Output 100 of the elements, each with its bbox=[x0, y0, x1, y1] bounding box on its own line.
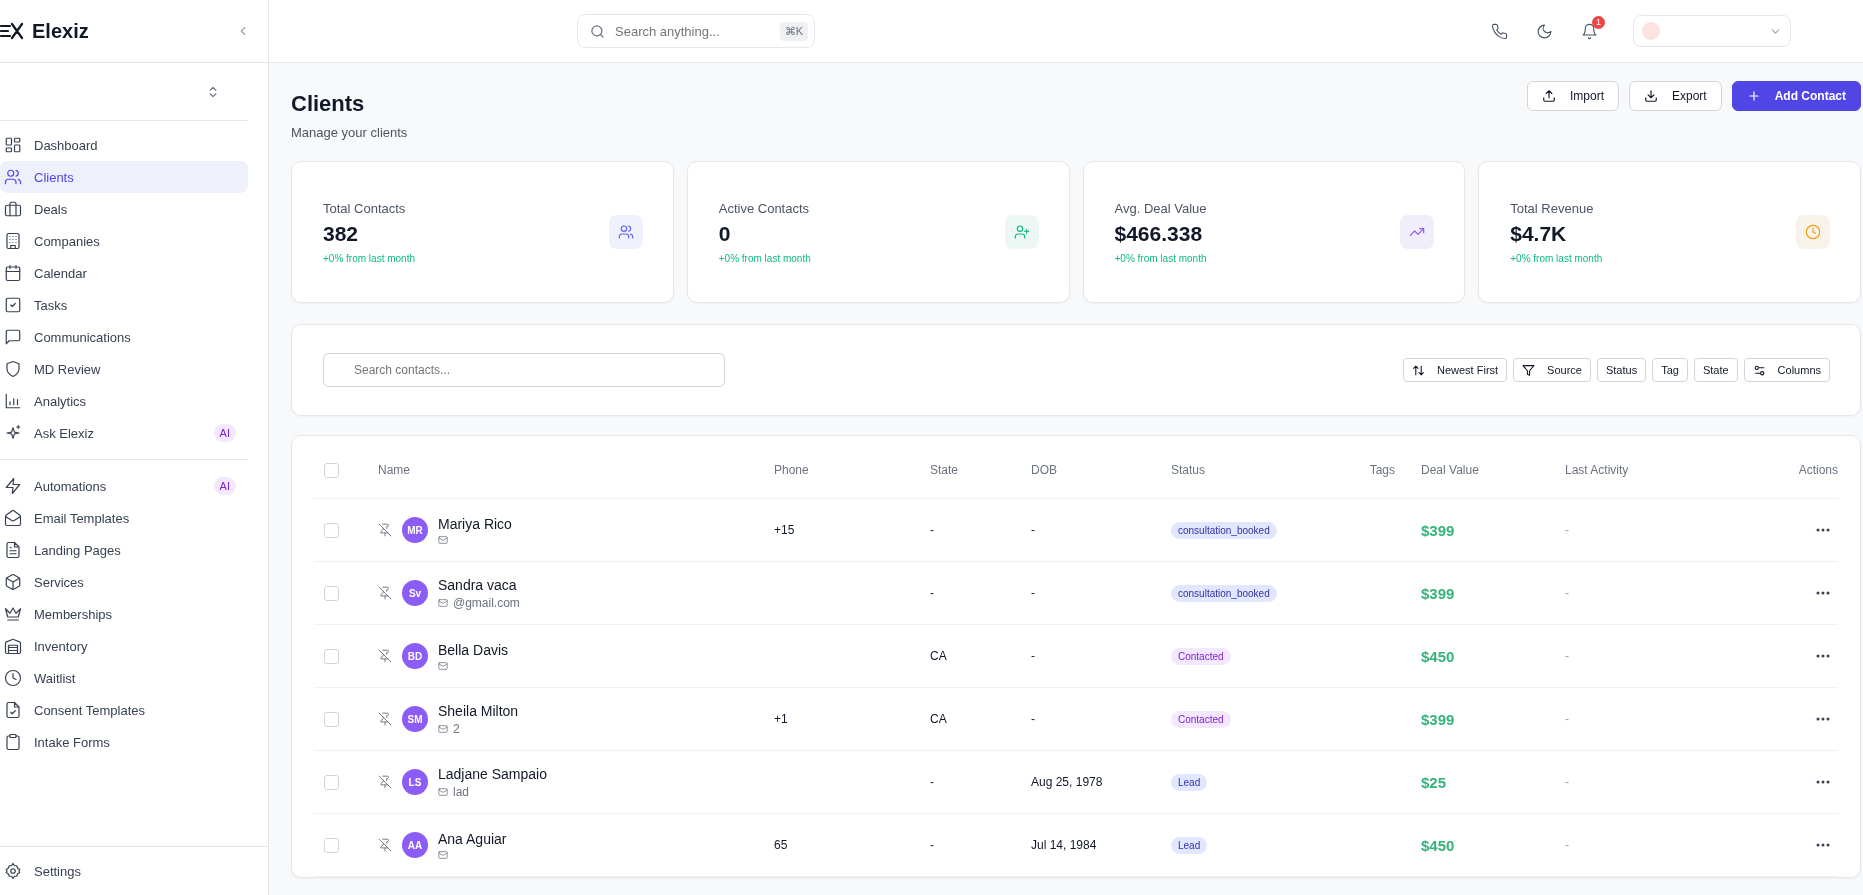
phone-button[interactable] bbox=[1491, 22, 1508, 40]
action-button[interactable]: Import bbox=[1526, 81, 1619, 111]
contact-email: @gmail.com bbox=[453, 595, 520, 610]
dashboard-grid-icon bbox=[4, 136, 22, 154]
bell-icon bbox=[1581, 22, 1598, 40]
nav-item[interactable]: Landing Pages bbox=[0, 534, 248, 566]
nav-item[interactable]: Communications bbox=[0, 321, 248, 353]
row-checkbox[interactable] bbox=[324, 648, 339, 664]
user-plus-icon bbox=[1013, 224, 1030, 240]
ai-badge: AI bbox=[213, 424, 236, 442]
nav-item[interactable]: Waitlist bbox=[0, 662, 248, 694]
nav-item[interactable]: Clients bbox=[0, 161, 248, 193]
plus-icon bbox=[1746, 89, 1761, 103]
notifications-button[interactable]: 1 bbox=[1581, 15, 1605, 40]
select-all-checkbox[interactable] bbox=[324, 462, 339, 478]
nav-item[interactable]: Memberships bbox=[0, 598, 248, 630]
filter-button[interactable]: Newest First bbox=[1403, 358, 1508, 382]
row-checkbox[interactable] bbox=[324, 774, 339, 790]
search-icon bbox=[590, 23, 605, 39]
contact-name: Ladjane Sampaio bbox=[438, 765, 547, 782]
page-subtitle: Manage your clients bbox=[291, 125, 408, 140]
more-icon bbox=[1816, 591, 1830, 595]
dob-cell: - bbox=[1031, 523, 1035, 537]
filter-button[interactable]: Source bbox=[1513, 358, 1591, 382]
mail-icon bbox=[438, 597, 448, 608]
filter-button[interactable]: Columns bbox=[1743, 358, 1830, 382]
more-icon bbox=[1816, 528, 1830, 532]
mail-icon bbox=[438, 786, 448, 797]
stat-label: Total Contacts bbox=[323, 200, 407, 216]
row-actions-button[interactable] bbox=[1816, 591, 1830, 595]
notification-badge: 1 bbox=[1592, 15, 1605, 29]
global-search-field[interactable]: Search anything... bbox=[613, 22, 772, 40]
settings-nav-item[interactable]: Settings bbox=[0, 855, 248, 887]
nav-item[interactable]: MD Review bbox=[0, 353, 248, 385]
state-cell: - bbox=[930, 523, 934, 537]
action-button[interactable]: Export bbox=[1629, 81, 1722, 111]
column-header: Name bbox=[377, 463, 411, 477]
nav-item[interactable]: Intake Forms bbox=[0, 726, 248, 758]
pin-off-icon bbox=[378, 523, 392, 537]
pin-off-icon bbox=[378, 775, 392, 789]
users-icon bbox=[4, 168, 22, 186]
nav-item[interactable]: Analytics bbox=[0, 385, 248, 417]
nav-item[interactable]: Companies bbox=[0, 225, 248, 257]
last-activity-cell: - bbox=[1565, 712, 1569, 726]
deal-value: $399 bbox=[1421, 584, 1455, 602]
stat-label: Avg. Deal Value bbox=[1114, 200, 1207, 216]
row-actions-button[interactable] bbox=[1816, 717, 1830, 721]
last-activity-cell: - bbox=[1565, 586, 1569, 600]
state-cell: - bbox=[930, 838, 934, 852]
last-activity-cell: - bbox=[1565, 523, 1569, 537]
nav-item[interactable]: Automations AI bbox=[0, 470, 248, 502]
column-header: Phone bbox=[774, 463, 810, 477]
warehouse-icon bbox=[4, 637, 22, 655]
filter-button[interactable]: Tag bbox=[1652, 358, 1688, 382]
contact-search-field[interactable]: Search contacts... bbox=[323, 353, 725, 387]
row-actions-button[interactable] bbox=[1816, 528, 1830, 532]
action-button[interactable]: Add Contact bbox=[1731, 81, 1861, 111]
theme-toggle[interactable] bbox=[1536, 22, 1553, 40]
nav-item[interactable]: Dashboard bbox=[0, 129, 248, 161]
briefcase-icon bbox=[4, 200, 22, 218]
filter-button[interactable]: State bbox=[1693, 358, 1738, 382]
row-checkbox[interactable] bbox=[324, 837, 339, 853]
nav-item[interactable]: Tasks bbox=[0, 289, 248, 321]
clock-icon bbox=[4, 669, 22, 687]
nav-item[interactable]: Calendar bbox=[0, 257, 248, 289]
users-icon bbox=[617, 224, 634, 240]
nav-item[interactable]: Ask Elexiz AI bbox=[0, 417, 248, 449]
checkbox-icon bbox=[4, 296, 22, 314]
stat-change: +0% from last month bbox=[718, 252, 811, 264]
avatar-initials: SM bbox=[402, 706, 428, 732]
nav-item[interactable]: Email Templates bbox=[0, 502, 248, 534]
deal-value: $399 bbox=[1421, 710, 1455, 728]
row-actions-button[interactable] bbox=[1816, 780, 1830, 784]
status-badge: Lead bbox=[1171, 773, 1208, 791]
stat-value: 0 bbox=[718, 221, 732, 246]
document-check-icon bbox=[4, 701, 22, 719]
filter-button[interactable]: Status bbox=[1596, 358, 1647, 382]
row-actions-button[interactable] bbox=[1816, 843, 1830, 847]
moon-icon bbox=[1536, 22, 1553, 40]
nav-item[interactable]: Inventory bbox=[0, 630, 248, 662]
stat-value: $466.338 bbox=[1114, 221, 1204, 246]
global-search-box[interactable]: Search anything... ⌘K bbox=[577, 14, 815, 48]
last-activity-cell: - bbox=[1565, 838, 1569, 852]
state-cell: CA bbox=[930, 649, 947, 663]
chat-bubble-icon bbox=[4, 328, 22, 346]
nav-item[interactable]: Deals bbox=[0, 193, 248, 225]
contact-name: Bella Davis bbox=[438, 641, 509, 658]
status-badge: Contacted bbox=[1171, 647, 1231, 665]
row-checkbox[interactable] bbox=[324, 522, 339, 538]
nav-item[interactable]: Consent Templates bbox=[0, 694, 248, 726]
dob-cell: - bbox=[1031, 712, 1035, 726]
deal-value: $25 bbox=[1421, 773, 1447, 791]
clock-icon bbox=[1805, 224, 1821, 240]
row-checkbox[interactable] bbox=[324, 585, 339, 601]
row-actions-button[interactable] bbox=[1816, 654, 1830, 658]
account-menu[interactable] bbox=[1633, 15, 1791, 47]
row-checkbox[interactable] bbox=[324, 711, 339, 727]
nav-item[interactable]: Services bbox=[0, 566, 248, 598]
contact-email: 2 bbox=[453, 721, 460, 736]
deal-value: $450 bbox=[1421, 647, 1455, 665]
